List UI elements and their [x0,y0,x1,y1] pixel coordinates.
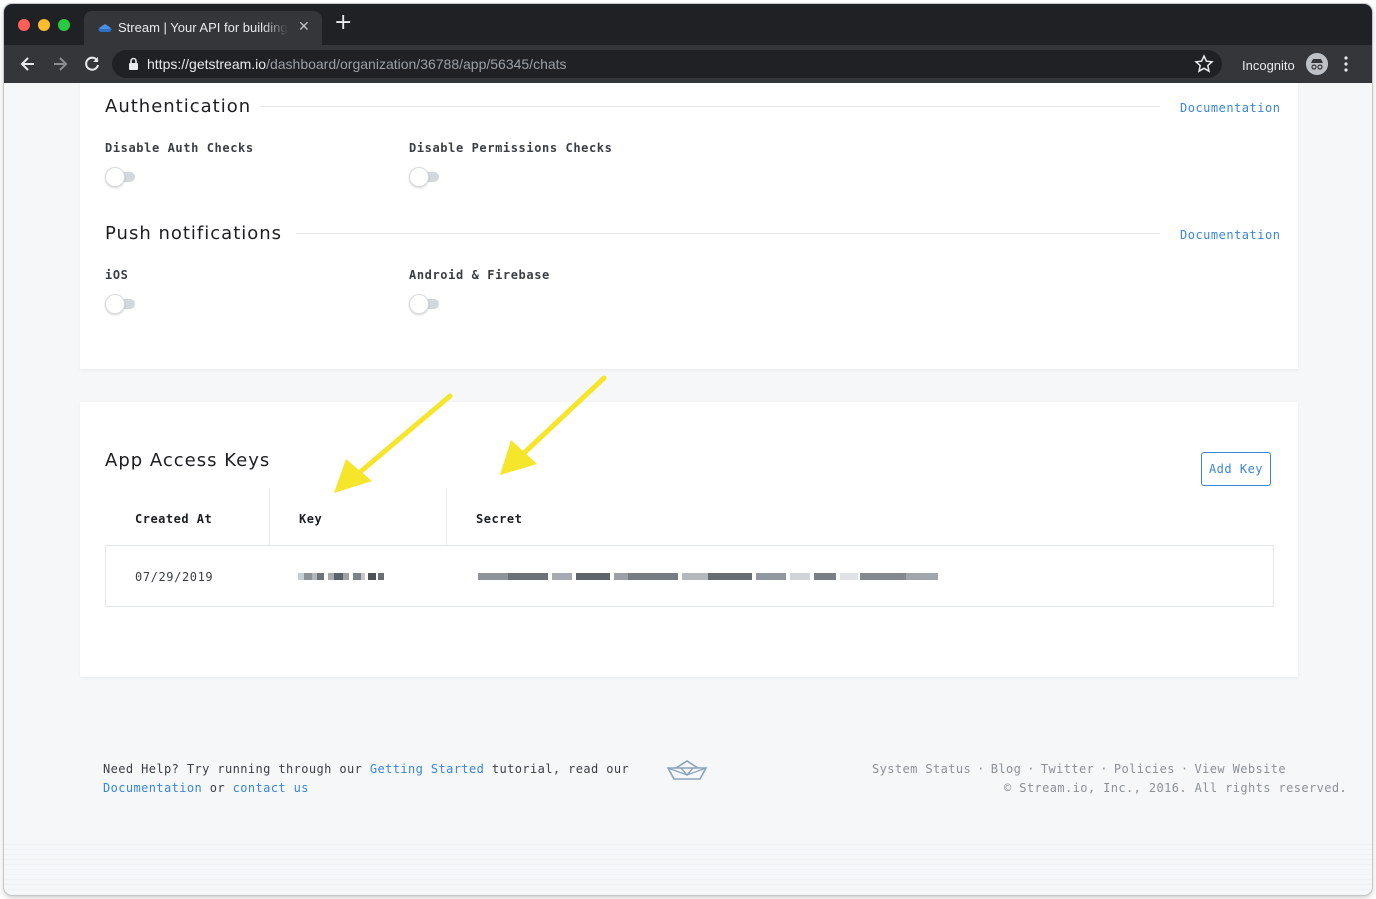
bookmark-star-icon[interactable] [1194,54,1214,74]
access-keys-title: App Access Keys [105,450,271,471]
footer-copyright: © Stream.io, Inc., 2016. All rights rese… [1004,781,1348,795]
column-header-secret: Secret [476,512,523,526]
footer-help-line2: Documentation or contact us [103,781,309,795]
footer-documentation-link[interactable]: Documentation [103,781,202,795]
close-window-button[interactable] [18,19,30,31]
column-divider [446,488,447,545]
android-push-toggle[interactable] [409,294,441,314]
table-row: 07/29/2019 [105,545,1274,607]
stream-logo-icon [666,760,708,780]
lock-icon [129,57,138,70]
authentication-title: Authentication [105,96,252,117]
more-menu-icon[interactable] [1344,56,1348,72]
minimize-window-button[interactable] [38,19,50,31]
browser-toolbar: https://getstream.io/dashboard/organizat… [4,45,1372,83]
authentication-documentation-link[interactable]: Documentation [1180,101,1280,115]
new-tab-button[interactable]: + [334,12,352,34]
settings-card: Authentication Documentation Disable Aut… [80,83,1298,369]
toggle-knob [105,167,125,187]
disable-auth-checks-toggle[interactable] [105,167,137,187]
incognito-label: Incognito [1242,58,1295,73]
tab-title: Stream | Your API for building a [118,20,288,35]
system-status-link[interactable]: System Status [872,762,971,776]
column-header-key: Key [299,512,323,526]
page-content: Authentication Documentation Disable Aut… [4,83,1372,895]
url-text: https://getstream.io/dashboard/organizat… [147,56,567,72]
push-documentation-link[interactable]: Documentation [1180,228,1280,242]
getting-started-link[interactable]: Getting Started [370,762,484,776]
stream-boat-icon [98,24,112,32]
push-notifications-title: Push notifications [105,223,283,244]
tab-strip: Stream | Your API for building a ✕ + [4,4,1372,45]
maximize-window-button[interactable] [58,19,70,31]
column-header-created-at: Created At [135,512,213,526]
footer-links: System Status · Blog · Twitter · Policies · View… [872,762,1286,776]
redacted-key-value [298,573,384,580]
need-help-label: Need Help? [103,762,180,776]
disable-auth-checks-label: Disable Auth Checks [105,141,254,155]
toggle-knob [409,167,429,187]
add-key-button[interactable]: Add Key [1201,452,1271,486]
toggle-knob [409,294,429,314]
close-tab-icon[interactable]: ✕ [298,19,310,35]
footer-help-line1: Need Help? Try running through our Getti… [103,762,630,776]
disable-permissions-checks-toggle[interactable] [409,167,441,187]
contact-us-link[interactable]: contact us [233,781,309,795]
android-firebase-label: Android & Firebase [409,268,550,282]
disable-permissions-checks-label: Disable Permissions Checks [409,141,613,155]
twitter-link[interactable]: Twitter [1041,762,1094,776]
section-divider [260,106,1160,107]
ios-label: iOS [105,268,129,282]
forward-arrow-icon[interactable] [50,54,70,74]
column-divider [269,488,270,545]
policies-link[interactable]: Policies [1114,762,1175,776]
reload-icon[interactable] [82,54,102,74]
toggle-knob [105,294,125,314]
address-bar[interactable]: https://getstream.io/dashboard/organizat… [112,50,1222,78]
section-divider [296,233,1160,234]
browser-window: Stream | Your API for building a ✕ + htt… [4,4,1372,895]
redacted-secret-value [478,573,938,580]
blog-link[interactable]: Blog [991,762,1022,776]
incognito-icon[interactable] [1306,53,1328,75]
decorative-waves [4,843,1372,895]
ios-push-toggle[interactable] [105,294,137,314]
back-arrow-icon[interactable] [18,54,38,74]
view-website-link[interactable]: View Website [1195,762,1287,776]
browser-tab-stream[interactable]: Stream | Your API for building a ✕ [84,11,322,45]
access-keys-card: App Access Keys Add Key Created At Key S… [80,402,1298,677]
created-at-cell: 07/29/2019 [135,570,214,584]
